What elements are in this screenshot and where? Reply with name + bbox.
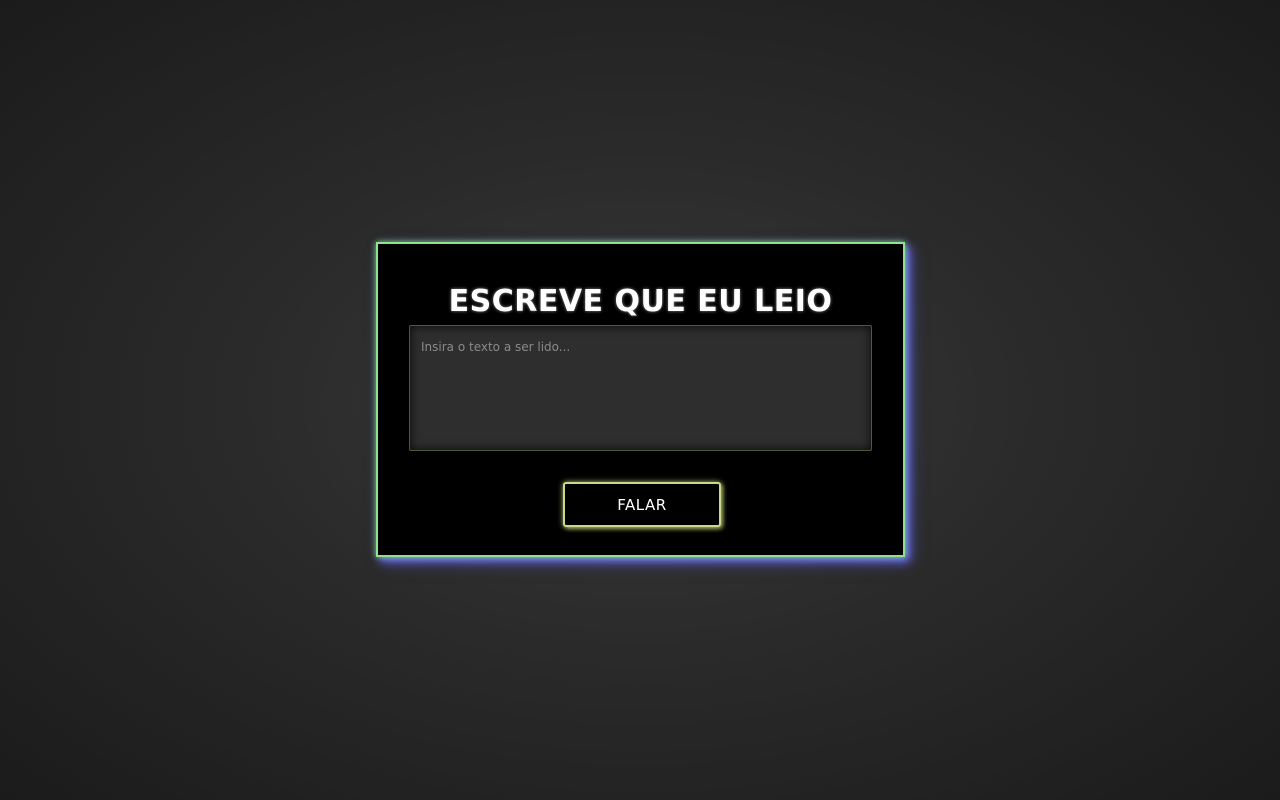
speak-button[interactable]: FALAR xyxy=(563,482,721,527)
page-title: ESCREVE QUE EU LEIO xyxy=(448,284,833,319)
text-to-read-input[interactable] xyxy=(409,325,872,451)
speech-card: ESCREVE QUE EU LEIO FALAR xyxy=(376,242,905,557)
